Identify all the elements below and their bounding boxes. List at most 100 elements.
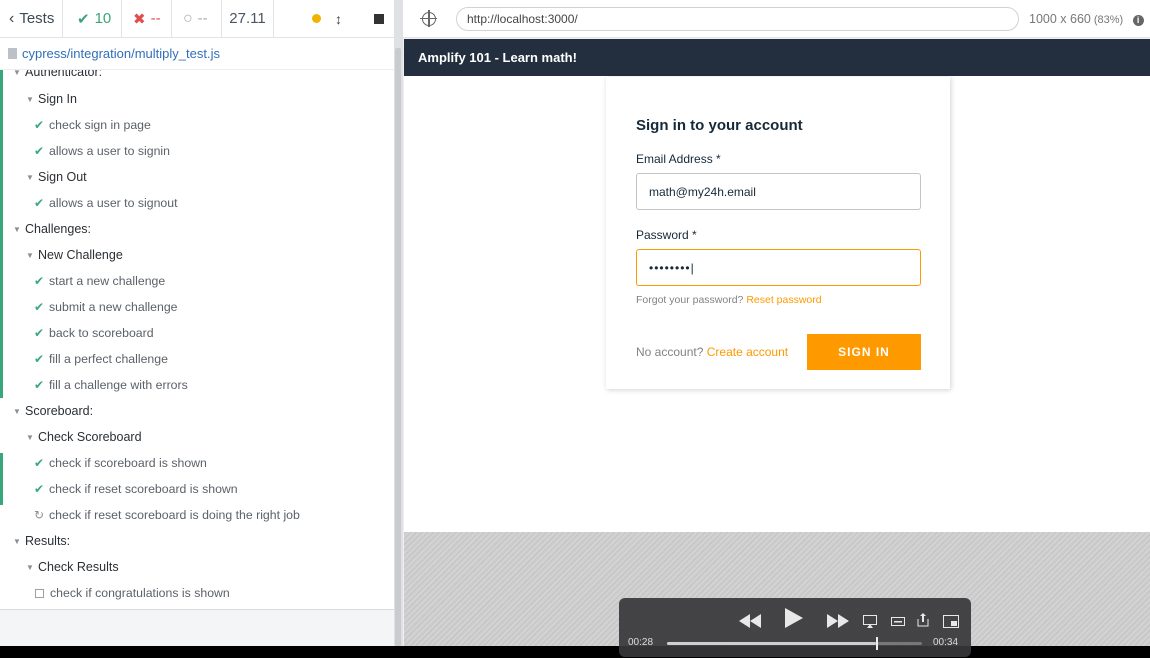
sign-in-actions: No account? Create account SIGN IN <box>636 334 921 370</box>
suite-title: Sign In <box>38 92 77 106</box>
suite-check-results[interactable]: ▼ Check Results <box>0 554 392 580</box>
airplay-icon[interactable] <box>863 610 877 632</box>
fast-forward-icon[interactable] <box>827 610 849 632</box>
check-icon: ✔ <box>77 10 90 28</box>
test-title: start a new challenge <box>49 274 166 288</box>
duration: 27.11 <box>222 0 274 38</box>
suite-sign-out[interactable]: ▼ Sign Out <box>0 164 392 190</box>
test-title: allows a user to signout <box>49 196 178 210</box>
seek-handle[interactable] <box>876 637 879 650</box>
tests-label: Tests <box>19 10 55 27</box>
check-icon: ✔ <box>34 456 45 470</box>
create-account-link[interactable]: Create account <box>707 345 788 359</box>
check-icon: ✔ <box>34 144 45 158</box>
password-field[interactable]: ••••••••| <box>636 249 921 286</box>
suite-scoreboard[interactable]: ▼ Scoreboard: <box>0 398 392 424</box>
test-tree: ▼ Authenticator: ▼ Sign In ✔ check sign … <box>0 70 394 608</box>
test-title: fill a perfect challenge <box>49 352 168 366</box>
check-icon: ✔ <box>34 482 45 496</box>
caret-down-icon: ▼ <box>13 536 21 546</box>
test-title: fill a challenge with errors <box>49 378 188 392</box>
test-item[interactable]: ✔ fill a perfect challenge <box>0 346 392 372</box>
play-icon[interactable] <box>785 607 803 629</box>
stop-icon[interactable] <box>374 13 384 24</box>
check-icon: ✔ <box>34 118 45 132</box>
test-reporter: ‹ Tests ✔ 10 ✖ -- ○ -- 27.11 ↕ cypress/i… <box>0 0 394 646</box>
selector-playground-icon[interactable] <box>420 9 437 27</box>
check-icon: ✔ <box>34 378 45 392</box>
scrollbar-thumb[interactable] <box>395 48 401 646</box>
sign-in-button[interactable]: SIGN IN <box>807 334 921 370</box>
seek-progress <box>667 642 877 645</box>
pending-value: -- <box>197 10 208 27</box>
run-controls: ↕ <box>274 0 394 38</box>
current-time: 00:28 <box>628 637 654 648</box>
passed-count: ✔ 10 <box>63 0 122 38</box>
caret-down-icon: ▼ <box>26 562 34 572</box>
caret-down-icon: ▼ <box>26 172 34 182</box>
spec-file-header[interactable]: cypress/integration/multiply_test.js <box>0 38 394 70</box>
app-iframe: Amplify 101 - Learn math! Sign in to you… <box>404 39 1150 532</box>
test-item-pending[interactable]: check if congratulations is shown <box>0 580 392 606</box>
caret-down-icon: ▼ <box>13 224 21 234</box>
email-field[interactable]: math@my24h.email <box>636 173 921 210</box>
reporter-footer <box>0 609 394 646</box>
info-icon[interactable]: i <box>1132 14 1144 26</box>
failed-count: ✖ -- <box>122 0 172 38</box>
picture-in-picture-icon[interactable] <box>943 610 959 632</box>
test-item-running[interactable]: ↻ check if reset scoreboard is doing the… <box>0 502 392 528</box>
test-item[interactable]: ✔ start a new challenge <box>0 268 392 294</box>
circle-icon: ○ <box>183 9 193 27</box>
pending-square-icon <box>35 588 44 598</box>
caret-down-icon: ▼ <box>26 94 34 104</box>
test-item[interactable]: ✔ check if reset scoreboard is shown <box>0 476 392 502</box>
spec-file-name[interactable]: cypress/integration/multiply_test.js <box>22 46 220 61</box>
share-icon[interactable] <box>917 609 929 631</box>
suite-new-challenge[interactable]: ▼ New Challenge <box>0 242 392 268</box>
rewind-icon[interactable] <box>739 610 761 632</box>
panel-resizer[interactable] <box>394 0 403 646</box>
tests-back-button[interactable]: ‹ Tests <box>0 0 63 38</box>
forgot-password-row: Forgot your password? Reset password <box>636 294 921 306</box>
test-item[interactable]: ✔ submit a new challenge <box>0 294 392 320</box>
auto-scroll-icon[interactable]: ↕ <box>335 11 342 27</box>
no-account-row: No account? Create account <box>636 345 788 359</box>
test-item[interactable]: ✔ allows a user to signout <box>0 190 392 216</box>
test-title: check if reset scoreboard is doing the r… <box>49 508 300 522</box>
test-item[interactable]: ✔ check sign in page <box>0 112 392 138</box>
email-label: Email Address * <box>636 152 721 166</box>
suite-title: Check Scoreboard <box>38 430 142 444</box>
caret-down-icon: ▼ <box>13 70 21 77</box>
forgot-password-text: Forgot your password? <box>636 294 744 306</box>
test-item[interactable]: ✔ fill a challenge with errors <box>0 372 392 398</box>
check-icon: ✔ <box>34 300 45 314</box>
video-controls: 00:28 00:34 <box>619 598 971 657</box>
pending-count: ○ -- <box>172 0 222 38</box>
url-bar[interactable]: http://localhost:3000/ <box>456 6 1019 31</box>
test-item[interactable]: ✔ allows a user to signin <box>0 138 392 164</box>
test-item[interactable]: ✔ check if scoreboard is shown <box>0 450 392 476</box>
test-item[interactable]: ✔ back to scoreboard <box>0 320 392 346</box>
chevron-left-icon: ‹ <box>9 9 15 27</box>
check-icon: ✔ <box>34 326 45 340</box>
suite-title: Results: <box>25 534 71 548</box>
suite-check-scoreboard[interactable]: ▼ Check Scoreboard <box>0 424 392 450</box>
reset-password-link[interactable]: Reset password <box>746 294 821 306</box>
test-title: check if congratulations is shown <box>50 586 230 600</box>
spinner-icon: ↻ <box>34 508 45 522</box>
suite-title: New Challenge <box>38 248 123 262</box>
app-preview-panel: http://localhost:3000/ 1000 x 660 (83%) i… <box>403 0 1150 646</box>
seek-bar[interactable] <box>667 637 922 650</box>
app-navbar: Amplify 101 - Learn math! <box>404 39 1150 76</box>
preview-toolbar: http://localhost:3000/ 1000 x 660 (83%) i <box>403 0 1150 38</box>
suite-results[interactable]: ▼ Results: <box>0 528 392 554</box>
caret-down-icon: ▼ <box>26 250 34 260</box>
total-time: 00:34 <box>933 637 959 648</box>
suite-challenges[interactable]: ▼ Challenges: <box>0 216 392 242</box>
subtitles-icon[interactable] <box>891 610 905 632</box>
test-title: check if scoreboard is shown <box>49 456 207 470</box>
x-icon: ✖ <box>133 10 146 28</box>
suite-authenticator[interactable]: ▼ Authenticator: <box>0 70 392 85</box>
suite-sign-in[interactable]: ▼ Sign In <box>0 86 392 112</box>
reporter-stats-bar: ‹ Tests ✔ 10 ✖ -- ○ -- 27.11 ↕ <box>0 0 394 38</box>
